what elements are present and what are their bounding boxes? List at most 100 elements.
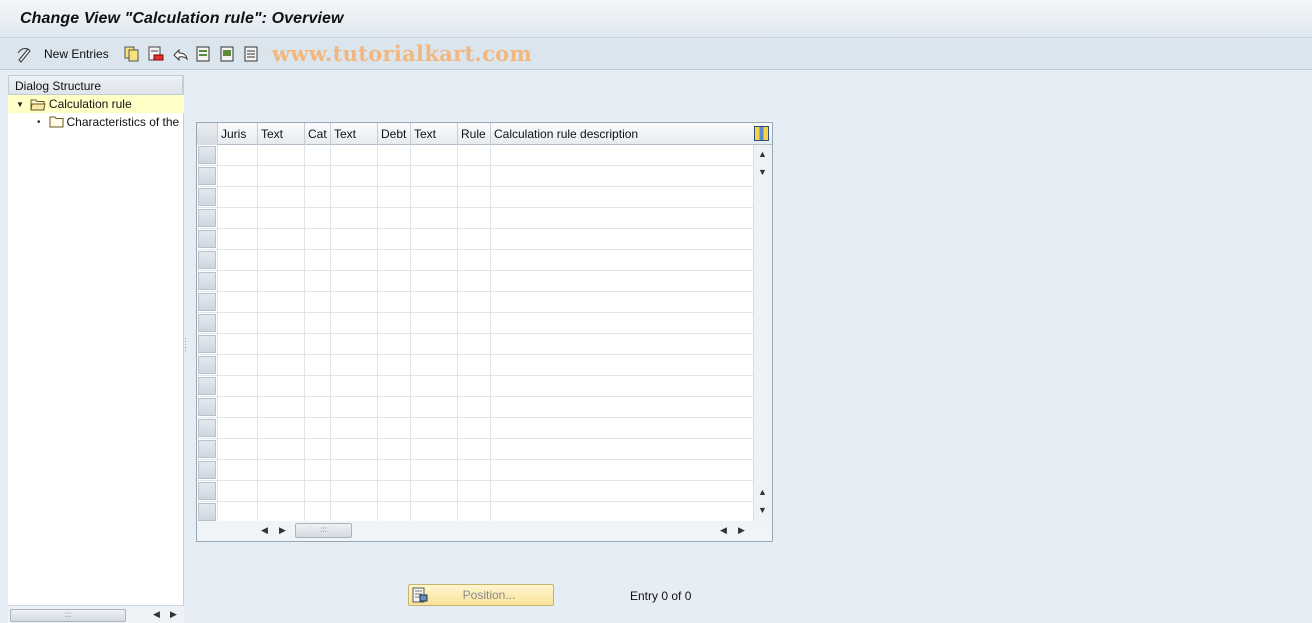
row-selector[interactable] <box>198 314 216 332</box>
scroll-thumb[interactable]: ::: <box>295 523 352 538</box>
table-body <box>197 145 753 523</box>
table-row[interactable] <box>197 313 753 334</box>
row-selector[interactable] <box>198 251 216 269</box>
splitter-grip-icon[interactable]: · · · · · <box>184 334 187 355</box>
row-selector[interactable] <box>198 503 216 521</box>
scroll-left-icon[interactable]: ◀ <box>261 525 268 536</box>
toolbar: New Entries www.tutorialkart.com <box>0 38 1312 70</box>
table-row[interactable] <box>197 355 753 376</box>
row-selector[interactable] <box>198 419 216 437</box>
row-selector[interactable] <box>198 482 216 500</box>
edit-pen-icon[interactable] <box>16 44 34 64</box>
new-entries-button[interactable]: New Entries <box>44 44 109 64</box>
delete-icon[interactable] <box>148 44 164 64</box>
tree-item-characteristics[interactable]: • Characteristics of the <box>8 113 184 131</box>
table-settings-icon[interactable] <box>754 126 769 141</box>
row-selector[interactable] <box>198 272 216 290</box>
table-row[interactable] <box>197 145 753 166</box>
page-title: Change View "Calculation rule": Overview <box>20 10 344 27</box>
column-divider <box>257 145 258 521</box>
table-row[interactable] <box>197 166 753 187</box>
scroll-right-icon[interactable]: ▶ <box>170 609 177 620</box>
table-row[interactable] <box>197 397 753 418</box>
column-divider <box>217 145 218 521</box>
table-row[interactable] <box>197 502 753 523</box>
column-header-rule[interactable]: Rule <box>457 123 490 145</box>
position-button[interactable]: Position... <box>408 584 554 606</box>
undo-icon[interactable] <box>172 44 190 64</box>
table-row[interactable] <box>197 439 753 460</box>
row-selector[interactable] <box>198 440 216 458</box>
entry-count: Entry 0 of 0 <box>630 589 692 603</box>
row-selector[interactable] <box>198 167 216 185</box>
copy-icon[interactable] <box>124 44 140 64</box>
column-header-juris[interactable]: Juris <box>217 123 257 145</box>
folder-icon <box>49 116 64 128</box>
scroll-thumb[interactable]: ::: <box>10 609 126 622</box>
table-row[interactable] <box>197 229 753 250</box>
table-row[interactable] <box>197 481 753 502</box>
scroll-end-left-icon[interactable]: ◀ <box>720 525 727 536</box>
column-header-text[interactable]: Text <box>410 123 457 145</box>
scroll-left-icon[interactable]: ◀ <box>153 609 160 620</box>
page-up-icon[interactable]: ▲ <box>758 487 767 497</box>
column-header-text[interactable]: Text <box>330 123 377 145</box>
expand-triangle-icon[interactable]: ▼ <box>16 100 24 109</box>
table-row[interactable] <box>197 376 753 397</box>
column-divider <box>457 145 458 521</box>
table-row[interactable] <box>197 250 753 271</box>
table-vscrollbar[interactable]: ▲ ▼ ▲ ▼ <box>753 145 772 521</box>
row-selector[interactable] <box>198 230 216 248</box>
column-divider <box>330 145 331 521</box>
page-down-icon[interactable]: ▼ <box>758 505 767 515</box>
table-hscrollbar[interactable]: ◀ ▶ ::: ◀ ▶ <box>197 521 772 541</box>
column-header-description[interactable]: Calculation rule description <box>490 123 753 145</box>
scroll-end-right-icon[interactable]: ▶ <box>738 525 745 536</box>
column-header-debt[interactable]: Debt <box>377 123 410 145</box>
watermark: www.tutorialkart.com <box>272 41 532 66</box>
select-all-rows-button[interactable] <box>197 123 217 145</box>
dialog-structure-panel: Dialog Structure ▼ Calculation rule • Ch… <box>8 75 184 623</box>
table-row[interactable] <box>197 271 753 292</box>
table-row[interactable] <box>197 208 753 229</box>
row-selector[interactable] <box>198 461 216 479</box>
tree-item-calculation-rule[interactable]: ▼ Calculation rule <box>8 95 184 113</box>
row-selector[interactable] <box>198 377 216 395</box>
tree-item-label: Characteristics of the <box>66 115 180 129</box>
column-divider <box>377 145 378 521</box>
scroll-down-icon[interactable]: ▼ <box>758 167 767 177</box>
row-selector[interactable] <box>198 188 216 206</box>
column-divider <box>490 145 491 521</box>
row-selector[interactable] <box>198 293 216 311</box>
dialog-structure-header: Dialog Structure <box>8 75 183 95</box>
row-selector[interactable] <box>198 146 216 164</box>
position-button-label: Position... <box>462 588 516 602</box>
column-header-cat[interactable]: Cat <box>304 123 330 145</box>
scroll-up-icon[interactable]: ▲ <box>758 149 767 159</box>
column-divider <box>410 145 411 521</box>
scroll-right-icon[interactable]: ▶ <box>279 525 286 536</box>
new-entries-label: New Entries <box>44 47 109 61</box>
deselect-all-icon[interactable] <box>244 44 260 64</box>
tree-item-label: Calculation rule <box>48 97 132 111</box>
select-all-icon[interactable] <box>196 44 212 64</box>
column-header-text[interactable]: Text <box>257 123 304 145</box>
table-row[interactable] <box>197 334 753 355</box>
table-row[interactable] <box>197 187 753 208</box>
row-selector[interactable] <box>198 335 216 353</box>
row-selector[interactable] <box>198 356 216 374</box>
row-selector[interactable] <box>198 209 216 227</box>
left-panel-hscrollbar[interactable]: ::: ◀ ▶ <box>8 605 184 623</box>
row-selector[interactable] <box>198 398 216 416</box>
panel-splitter[interactable]: · · · · · <box>184 75 188 623</box>
table-row[interactable] <box>197 460 753 481</box>
title-bar: Change View "Calculation rule": Overview <box>0 0 1312 38</box>
select-block-icon[interactable] <box>220 44 236 64</box>
table-row[interactable] <box>197 418 753 439</box>
calculation-rule-table: Juris Text Cat Text Debt Text Rule Calcu… <box>196 122 773 542</box>
column-divider <box>304 145 305 521</box>
bullet-icon: • <box>37 116 41 128</box>
table-header: Juris Text Cat Text Debt Text Rule Calcu… <box>197 123 772 145</box>
table-row[interactable] <box>197 292 753 313</box>
open-folder-icon <box>30 98 46 111</box>
